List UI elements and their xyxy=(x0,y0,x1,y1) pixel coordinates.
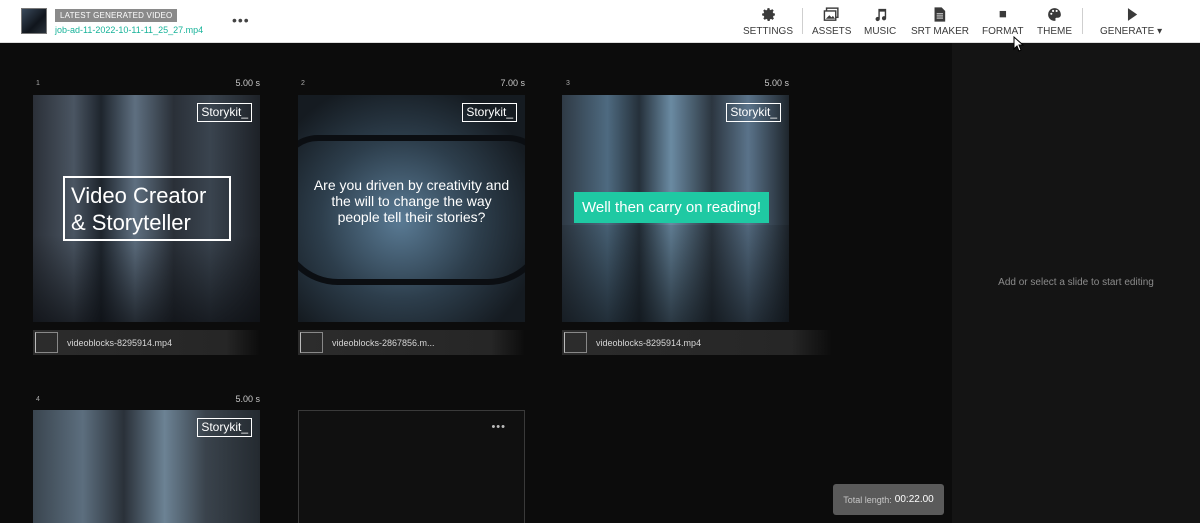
slide-text: Are you driven by creativity and the wil… xyxy=(313,177,510,225)
editor-hint: Add or select a slide to start editing xyxy=(998,277,1154,288)
more-options-button[interactable]: ••• xyxy=(491,421,506,433)
asset-bar[interactable]: videoblocks-8295914.mp4 xyxy=(562,330,832,355)
square-icon xyxy=(999,10,1007,18)
latest-video-badge: LATEST GENERATED VIDEO xyxy=(55,9,178,22)
asset-bar[interactable]: videoblocks-8295914.mp4 xyxy=(33,330,260,355)
latest-video-link[interactable]: job-ad-11-2022-10-11-11_25_27.mp4 xyxy=(55,25,203,35)
chevron-down-icon: ▾ xyxy=(1157,26,1163,37)
srt-maker-label: SRT MAKER xyxy=(911,26,969,37)
mouse-cursor-icon xyxy=(1013,36,1025,52)
music-note-icon xyxy=(875,8,886,22)
slide-number: 3 xyxy=(566,80,570,87)
toolbar-divider xyxy=(802,8,803,34)
images-icon xyxy=(823,7,839,21)
slide-number: 4 xyxy=(36,396,40,403)
asset-filename: videoblocks-8295914.mp4 xyxy=(596,338,702,348)
document-icon xyxy=(935,7,946,22)
slide-duration: 7.00 s xyxy=(500,78,525,88)
asset-bar[interactable]: videoblocks-2867856.m... xyxy=(298,330,525,355)
gear-icon xyxy=(761,8,775,22)
slide-card[interactable]: Storykit_ Well then carry on reading! xyxy=(562,95,789,322)
generate-label-wrap: GENERATE ▾ xyxy=(1100,26,1162,37)
add-slide-card[interactable]: ••• xyxy=(298,410,525,523)
slide-card[interactable]: Storykit_ xyxy=(33,410,260,523)
total-length-badge: Total length: 00:22.00 xyxy=(833,484,944,515)
palette-icon xyxy=(1048,8,1061,21)
storykit-logo: Storykit_ xyxy=(197,418,252,437)
storykit-logo: Storykit_ xyxy=(726,103,781,122)
asset-filename: videoblocks-2867856.m... xyxy=(332,338,435,348)
slide-highlight-text: Well then carry on reading! xyxy=(574,192,769,223)
total-length-label: Total length: xyxy=(843,494,892,505)
theme-button[interactable]: THEME xyxy=(1037,6,1072,40)
slide-title-line: Video Creator xyxy=(71,183,207,208)
video-thumbnail[interactable] xyxy=(21,8,47,34)
srt-maker-button[interactable]: SRT MAKER xyxy=(911,6,969,40)
toolbar-divider xyxy=(1082,8,1083,34)
assets-button[interactable]: ASSETS xyxy=(812,6,851,40)
slide-number: 2 xyxy=(301,80,305,87)
generate-label: GENERATE xyxy=(1100,26,1155,37)
more-options-button[interactable]: ••• xyxy=(232,12,250,28)
theme-label: THEME xyxy=(1037,26,1072,37)
music-button[interactable]: MUSIC xyxy=(864,6,896,40)
slide-card[interactable]: Storykit_ Are you driven by creativity a… xyxy=(298,95,525,322)
assets-label: ASSETS xyxy=(812,26,852,37)
slide-card[interactable]: Storykit_ Video Creator & Storyteller xyxy=(33,95,260,322)
music-label: MUSIC xyxy=(864,26,897,37)
format-button[interactable]: FORMAT xyxy=(982,6,1023,40)
settings-label: SETTINGS xyxy=(743,26,794,37)
slide-duration: 5.00 s xyxy=(235,78,260,88)
asset-thumbnail xyxy=(35,332,58,353)
asset-filename: videoblocks-8295914.mp4 xyxy=(67,338,173,348)
asset-thumbnail xyxy=(564,332,587,353)
generate-button[interactable]: GENERATE ▾ xyxy=(1100,6,1162,40)
slide-title-line: & Storyteller xyxy=(71,210,191,235)
slide-number: 1 xyxy=(36,80,40,87)
total-length-value: 00:22.00 xyxy=(894,494,934,505)
slide-duration: 5.00 s xyxy=(235,394,260,404)
editor-panel: Add or select a slide to start editing xyxy=(952,43,1200,523)
play-icon xyxy=(1127,8,1137,21)
settings-button[interactable]: SETTINGS xyxy=(743,6,793,40)
asset-thumbnail xyxy=(300,332,323,353)
storykit-logo: Storykit_ xyxy=(197,103,252,122)
storykit-logo: Storykit_ xyxy=(462,103,517,122)
slide-duration: 5.00 s xyxy=(764,78,789,88)
